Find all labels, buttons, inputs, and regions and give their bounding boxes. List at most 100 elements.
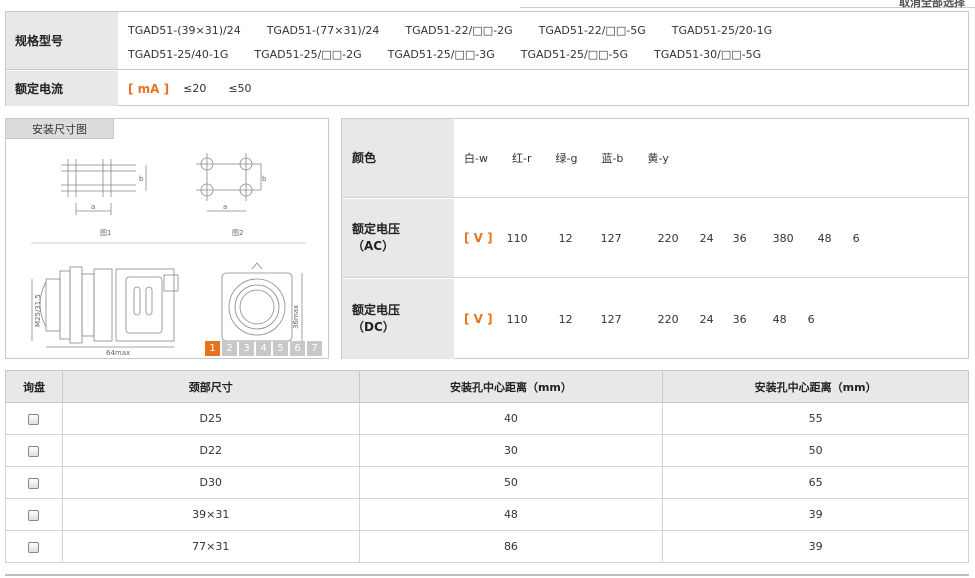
hole-b-cell: 50	[662, 434, 969, 467]
model-option[interactable]: TGAD51-25/20-1G	[672, 24, 772, 37]
table-row: D30 50 65	[5, 466, 969, 499]
dc-voltage-row: 额定电压 （DC） [ V ] 110 12 127 220 24 36 48 …	[342, 279, 968, 359]
ac-voltage-row: 额定电压 （AC） [ V ] 110 12 127 220 24 36 380…	[342, 199, 968, 278]
hole-b-cell: 39	[662, 498, 969, 531]
page-button-5[interactable]: 5	[273, 341, 288, 356]
ac-option[interactable]: 110	[507, 232, 559, 245]
color-option[interactable]: 蓝-b	[601, 150, 623, 166]
current-option[interactable]: ≤50	[228, 82, 251, 95]
install-tab[interactable]: 安装尺寸图	[6, 119, 114, 139]
ac-option[interactable]: 127	[601, 232, 658, 245]
inquiry-checkbox[interactable]	[28, 445, 40, 457]
page-button-3[interactable]: 3	[239, 341, 254, 356]
dc-option[interactable]: 6	[808, 313, 815, 326]
hole-b-cell: 55	[662, 402, 969, 435]
ac-values: [ V ] 110 12 127 220 24 36 380 48 6	[454, 199, 968, 277]
ac-label-line2: （AC）	[352, 239, 395, 253]
row-checkbox-cell	[5, 402, 63, 435]
ac-option[interactable]: 48	[818, 232, 853, 245]
color-option[interactable]: 黄-y	[647, 150, 668, 166]
dim-b2-label: b	[262, 175, 267, 183]
model-option[interactable]: TGAD51-25/□□-5G	[521, 48, 628, 61]
current-values: [ mA ] ≤20 ≤50	[118, 71, 968, 106]
model-list: TGAD51-(39×31)/24 TGAD51-(77×31)/24 TGAD…	[118, 12, 968, 69]
dc-option[interactable]: 220	[658, 313, 700, 326]
inquiry-checkbox[interactable]	[28, 509, 40, 521]
neck-cell: D22	[61, 434, 360, 467]
hole-b-cell: 39	[662, 530, 969, 563]
color-label: 颜色	[342, 119, 454, 197]
row-checkbox-cell	[5, 530, 63, 563]
dim-m-label: M25/31.5	[34, 294, 42, 327]
ac-option[interactable]: 12	[559, 232, 601, 245]
color-option[interactable]: 绿-g	[555, 150, 577, 166]
drawing-pager: 1 2 3 4 5 6 7	[205, 341, 322, 356]
current-option[interactable]: ≤20	[183, 82, 206, 95]
bottom-divider	[5, 574, 969, 576]
ac-option[interactable]: 220	[658, 232, 700, 245]
dc-option[interactable]: 24	[700, 313, 733, 326]
model-option[interactable]: TGAD51-30/□□-5G	[654, 48, 761, 61]
page-button-6[interactable]: 6	[290, 341, 305, 356]
table-header-row: 询盘 颈部尺寸 安装孔中心距离（mm） 安装孔中心距离（mm）	[5, 370, 969, 403]
page-button-1[interactable]: 1	[205, 341, 220, 356]
header-hole-distance-a: 安装孔中心距离（mm）	[358, 370, 664, 403]
current-label: 额定电流	[6, 71, 118, 106]
page-button-7[interactable]: 7	[307, 341, 322, 356]
inquiry-checkbox[interactable]	[28, 541, 40, 553]
hole-a-cell: 50	[358, 466, 664, 499]
deselect-all-link[interactable]: 取消全部选择	[899, 0, 965, 10]
color-option[interactable]: 红-r	[512, 150, 532, 166]
neck-cell: D25	[61, 402, 360, 435]
header-hole-distance-b: 安装孔中心距离（mm）	[662, 370, 969, 403]
row-checkbox-cell	[5, 498, 63, 531]
dc-option[interactable]: 48	[773, 313, 808, 326]
table-row: D22 30 50	[5, 434, 969, 467]
inquiry-checkbox[interactable]	[28, 477, 40, 489]
fig2-caption: 图2	[232, 229, 243, 237]
header-neck-size: 颈部尺寸	[61, 370, 360, 403]
table-row: 77×31 86 39	[5, 530, 969, 563]
color-option[interactable]: 白-w	[464, 150, 488, 166]
neck-cell: 77×31	[61, 530, 360, 563]
model-option[interactable]: TGAD51-(39×31)/24	[128, 24, 241, 37]
current-unit: [ mA ]	[128, 81, 170, 96]
dim-a-label: a	[91, 203, 95, 211]
install-drawing: a b a b 图1 图2 64max M25/31.5 36max	[31, 153, 306, 357]
inquiry-checkbox[interactable]	[28, 413, 40, 425]
page-button-4[interactable]: 4	[256, 341, 271, 356]
hole-a-cell: 48	[358, 498, 664, 531]
ac-option[interactable]: 24	[700, 232, 733, 245]
dim-64-label: 64max	[106, 349, 130, 357]
model-option[interactable]: TGAD51-25/□□-2G	[254, 48, 361, 61]
side-view-diagram	[31, 266, 179, 348]
ac-option[interactable]: 380	[773, 232, 818, 245]
color-label-text: 颜色	[352, 150, 377, 165]
neck-cell: 39×31	[61, 498, 360, 531]
dc-option[interactable]: 110	[507, 313, 559, 326]
page-button-2[interactable]: 2	[222, 341, 237, 356]
model-line-2: TGAD51-25/40-1G TGAD51-25/□□-2G TGAD51-2…	[128, 42, 968, 66]
dim-36-label: 36max	[292, 305, 300, 329]
dc-label-line1: 额定电压	[352, 303, 401, 317]
model-option[interactable]: TGAD51-25/40-1G	[128, 48, 228, 61]
model-option[interactable]: TGAD51-22/□□-5G	[539, 24, 646, 37]
model-option[interactable]: TGAD51-25/□□-3G	[388, 48, 495, 61]
spec-panel: 规格型号 TGAD51-(39×31)/24 TGAD51-(77×31)/24…	[5, 11, 969, 106]
dc-label: 额定电压 （DC）	[342, 279, 454, 359]
model-option[interactable]: TGAD51-22/□□-2G	[405, 24, 512, 37]
install-drawing-panel: a b a b 图1 图2 64max M25/31.5 36max 安装尺寸图…	[5, 118, 329, 359]
dc-option[interactable]: 127	[601, 313, 658, 326]
color-row: 颜色 白-w 红-r 绿-g 蓝-b 黄-y	[342, 119, 968, 198]
model-label: 规格型号	[6, 12, 118, 69]
model-option[interactable]: TGAD51-(77×31)/24	[267, 24, 380, 37]
fig1-caption: 图1	[100, 229, 111, 237]
dc-option[interactable]: 12	[559, 313, 601, 326]
fig2-diagram	[196, 153, 262, 212]
dc-unit: [ V ]	[464, 312, 493, 326]
table-row: D25 40 55	[5, 402, 969, 435]
dc-option[interactable]: 36	[733, 313, 773, 326]
ac-option[interactable]: 36	[733, 232, 773, 245]
hole-b-cell: 65	[662, 466, 969, 499]
ac-option[interactable]: 6	[853, 232, 860, 245]
